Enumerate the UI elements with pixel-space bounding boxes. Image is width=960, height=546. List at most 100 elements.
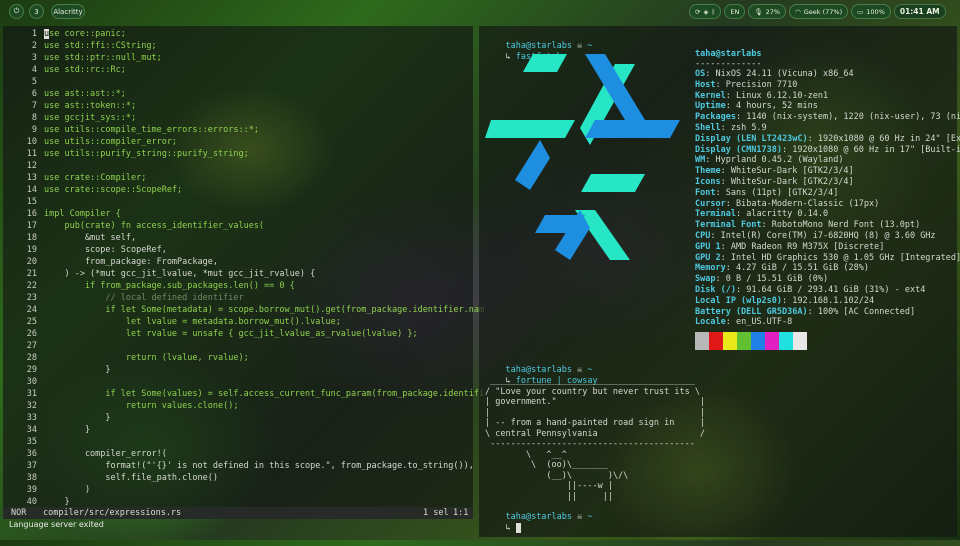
update-icon[interactable]: ⟳	[695, 8, 700, 16]
workspace-indicator[interactable]: 3	[29, 4, 44, 19]
code-line[interactable]: 21 ) -> (*mut gcc_jit_lvalue, *mut gcc_j…	[3, 268, 473, 280]
info-key: CPU	[695, 231, 711, 241]
bluetooth-icon[interactable]: ᛒ	[711, 8, 715, 16]
code-text: self.file_path.clone()	[44, 473, 218, 483]
code-line[interactable]: 17 pub(crate) fn access_identifier_value…	[3, 220, 473, 232]
code-line[interactable]: 26 let rvalue = unsafe { gcc_jit_lvalue_…	[3, 328, 473, 340]
wifi-status[interactable]: ◠ Geek (77%)	[789, 4, 849, 19]
info-value: 100% [AC Connected]	[817, 306, 916, 317]
info-key: Cursor	[695, 198, 726, 209]
editor-window[interactable]: 1 use core::panic; 2 use std::ffi::CString;…	[3, 26, 484, 516]
info-key: Icons	[695, 177, 721, 187]
info-key: Font	[695, 187, 716, 198]
code-line[interactable]: 5	[3, 76, 473, 88]
code-text: pub(crate) fn access_identifier_values(	[44, 221, 265, 231]
info-sep: :	[782, 144, 793, 155]
code-text: if let Some(metadata) = scope.borrow_mut…	[44, 305, 485, 315]
code-line[interactable]: 12	[3, 160, 473, 172]
code-line[interactable]: 30	[3, 376, 473, 388]
code-line[interactable]: 38 self.file_path.clone()	[3, 472, 473, 484]
code-line[interactable]: 28 return (lvalue, rvalue);	[3, 352, 473, 364]
code-line[interactable]: 20 from_package: FromPackage,	[3, 256, 473, 268]
code-line[interactable]: 34 }	[3, 424, 473, 436]
command-line-3[interactable]: ↳	[485, 510, 521, 546]
code-line[interactable]: 37 format!("'{}' is not defined in this …	[3, 460, 474, 472]
editor-message: Language server exited	[9, 520, 104, 529]
battery-status[interactable]: ▭ 100%	[851, 4, 891, 19]
color-swatch	[709, 332, 723, 350]
code-line[interactable]: 35	[3, 436, 473, 448]
code-line[interactable]: 18 &mut self,	[3, 232, 473, 244]
code-line[interactable]: 36 compiler_error!(	[3, 448, 473, 460]
code-line[interactable]: 29 }	[3, 364, 473, 376]
mic-volume[interactable]: 🎙 27%	[748, 4, 787, 19]
info-key: Shell	[695, 123, 721, 133]
code-line[interactable]: 24 if let Some(metadata) = scope.borrow_…	[3, 304, 484, 316]
code-text: use utils::compile_time_errors::errors::…	[44, 125, 259, 135]
power-button[interactable]: ⏻	[9, 4, 24, 19]
tray-icons[interactable]: ⟳ ◈ ᛒ	[689, 4, 722, 19]
code-line[interactable]: 6 use ast::ast::*;	[3, 88, 473, 100]
code-text: use core::panic;	[44, 29, 126, 39]
nixos-logo	[485, 54, 680, 260]
code-line[interactable]: 4 use std::rc::Rc;	[3, 64, 473, 76]
info-key: Swap	[695, 274, 716, 285]
code-line[interactable]: 8 use gccjit_sys::*;	[3, 112, 473, 124]
code-line[interactable]: 32 return values.clone();	[3, 400, 473, 412]
info-value: 192.168.1.102/24	[792, 295, 875, 306]
cursor-position: 1:1	[453, 508, 469, 518]
code-text: use utils::purify_string::purify_string;	[44, 149, 249, 159]
code-text: let lvalue = metadata.borrow_mut().lvalu…	[44, 317, 341, 327]
code-line[interactable]: 2 use std::ffi::CString;	[3, 40, 473, 52]
code-text: impl Compiler {	[44, 209, 121, 219]
line-number: 33	[26, 413, 37, 423]
info-key: Host	[695, 79, 716, 90]
info-value: Bibata-Modern-Classic (17px)	[735, 198, 880, 209]
terminal-window[interactable]: taha@starlabs ☠ ~ ↳ fastfetch taha@starl…	[479, 26, 960, 537]
mode-indicator: NOR	[11, 508, 27, 518]
code-text: )	[44, 485, 91, 495]
code-line[interactable]: 25 let lvalue = metadata.borrow_mut().lv…	[3, 316, 473, 328]
info-value: zsh 5.9	[730, 123, 767, 133]
code-line[interactable]: 23 // local defined identifier	[3, 292, 473, 304]
line-number: 21	[26, 269, 37, 279]
line-number: 1	[31, 29, 37, 39]
shield-icon[interactable]: ◈	[703, 8, 708, 16]
code-text: // local defined identifier	[44, 293, 244, 303]
code-line[interactable]: 15	[3, 196, 473, 208]
line-number: 29	[26, 365, 37, 375]
clock[interactable]: 01:41 AM	[893, 4, 946, 19]
info-key: WM	[695, 155, 706, 166]
code-line[interactable]: 14 use crate::scope::ScopeRef;	[3, 184, 473, 196]
info-key: Packages	[695, 112, 736, 123]
code-line[interactable]: 13 use crate::Compiler;	[3, 172, 473, 184]
info-value: 4.27 GiB / 15.51 GiB (28%)	[735, 263, 870, 274]
line-number: 34	[26, 425, 37, 435]
code-line[interactable]: 22 if from_package.sub_packages.len() ==…	[3, 280, 473, 292]
info-value: Sans (11pt) [GTK2/3/4]	[725, 187, 839, 198]
code-line[interactable]: 7 use ast::token::*;	[3, 100, 473, 112]
code-text: use ast::ast::*;	[44, 89, 126, 99]
line-number: 5	[31, 77, 37, 87]
code-text: return (lvalue, rvalue);	[44, 353, 249, 363]
code-line[interactable]: 31 if let Some(values) = self.access_cur…	[3, 388, 484, 400]
code-line[interactable]: 19 scope: ScopeRef,	[3, 244, 473, 256]
code-line[interactable]: 10 use utils::compiler_error;	[3, 136, 473, 148]
code-line[interactable]: 39 )	[3, 484, 473, 496]
code-text: use utils::compiler_error;	[44, 137, 178, 147]
language-indicator[interactable]: EN	[724, 4, 746, 19]
code-line[interactable]: 3 use std::ptr::null_mut;	[3, 52, 473, 64]
code-line[interactable]: 33 }	[3, 412, 473, 424]
code-text: }	[44, 413, 111, 423]
code-text: use std::ffi::CString;	[44, 41, 157, 51]
code-line[interactable]: 9 use utils::compile_time_errors::errors:…	[3, 124, 473, 136]
line-number: 32	[26, 401, 37, 411]
code-text: ) -> (*mut gcc_jit_lvalue, *mut gcc_jit_…	[44, 269, 316, 279]
line-number: 7	[31, 101, 37, 111]
code-line[interactable]: 16 impl Compiler {	[3, 208, 473, 220]
code-line[interactable]: 11 use utils::purify_string::purify_strin…	[3, 148, 473, 160]
code-line[interactable]: 1 use core::panic;	[3, 28, 473, 40]
code-line[interactable]: 27	[3, 340, 473, 352]
power-icon: ⏻	[13, 7, 20, 15]
info-sep: :	[705, 69, 716, 79]
